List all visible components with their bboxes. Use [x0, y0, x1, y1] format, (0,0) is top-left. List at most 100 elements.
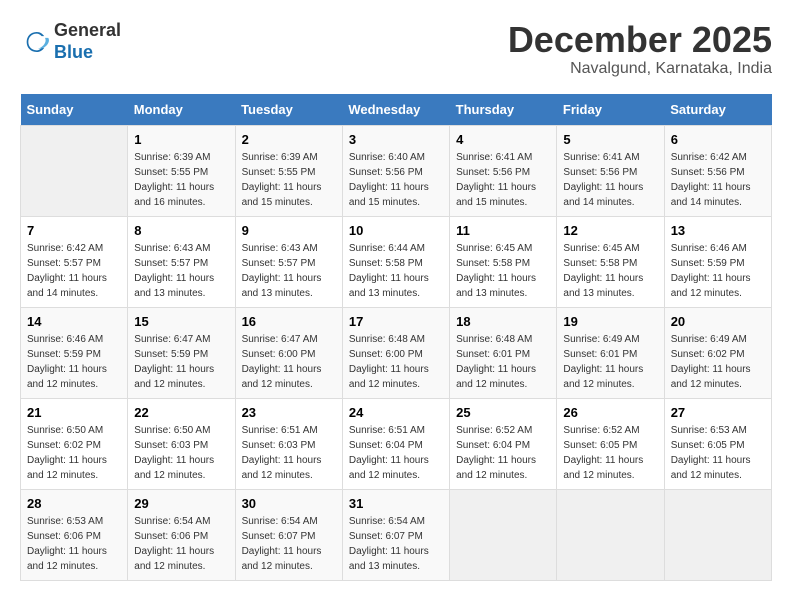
day-header-saturday: Saturday — [664, 94, 771, 126]
day-number: 27 — [671, 405, 765, 420]
days-of-week-row: SundayMondayTuesdayWednesdayThursdayFrid… — [21, 94, 772, 126]
day-header-tuesday: Tuesday — [235, 94, 342, 126]
day-number: 3 — [349, 132, 443, 147]
week-row-3: 14Sunrise: 6:46 AMSunset: 5:59 PMDayligh… — [21, 307, 772, 398]
day-number: 23 — [242, 405, 336, 420]
logo-text: General Blue — [54, 20, 121, 63]
logo: General Blue — [20, 20, 121, 63]
day-info: Sunrise: 6:43 AMSunset: 5:57 PMDaylight:… — [134, 241, 228, 301]
day-number: 31 — [349, 496, 443, 511]
day-info: Sunrise: 6:39 AMSunset: 5:55 PMDaylight:… — [134, 150, 228, 210]
logo-icon — [20, 27, 50, 57]
calendar-cell: 22Sunrise: 6:50 AMSunset: 6:03 PMDayligh… — [128, 398, 235, 489]
day-number: 1 — [134, 132, 228, 147]
day-info: Sunrise: 6:49 AMSunset: 6:01 PMDaylight:… — [563, 332, 657, 392]
calendar-cell: 29 Sunrise: 6:54 AMSunset: 6:06 PMDayligh… — [128, 489, 235, 580]
day-info: Sunrise: 6:54 AMSunset: 6:07 PMDaylight:… — [349, 514, 443, 574]
month-title: December 2025 — [508, 20, 772, 60]
day-number: 10 — [349, 223, 443, 238]
calendar-cell: 9Sunrise: 6:43 AMSunset: 5:57 PMDaylight… — [235, 216, 342, 307]
day-info: Sunrise: 6:54 AMSunset: 6:06 PMDaylight:… — [134, 514, 228, 574]
day-number: 15 — [134, 314, 228, 329]
day-info: Sunrise: 6:45 AMSunset: 5:58 PMDaylight:… — [456, 241, 550, 301]
calendar-cell: 11 Sunrise: 6:45 AMSunset: 5:58 PMDayligh… — [450, 216, 557, 307]
week-row-1: 1 Sunrise: 6:39 AMSunset: 5:55 PMDaylight… — [21, 125, 772, 216]
day-info: Sunrise: 6:43 AMSunset: 5:57 PMDaylight:… — [242, 241, 336, 301]
page-header: General Blue December 2025 Navalgund, Ka… — [20, 20, 772, 78]
day-number: 16 — [242, 314, 336, 329]
day-header-thursday: Thursday — [450, 94, 557, 126]
calendar-cell: 18 Sunrise: 6:48 AMSunset: 6:01 PMDayligh… — [450, 307, 557, 398]
day-number: 8 — [134, 223, 228, 238]
calendar-cell — [450, 489, 557, 580]
day-number: 5 — [563, 132, 657, 147]
day-info: Sunrise: 6:46 AMSunset: 5:59 PMDaylight:… — [671, 241, 765, 301]
week-row-5: 28Sunrise: 6:53 AMSunset: 6:06 PMDayligh… — [21, 489, 772, 580]
day-number: 22 — [134, 405, 228, 420]
day-info: Sunrise: 6:48 AMSunset: 6:00 PMDaylight:… — [349, 332, 443, 392]
calendar-cell: 23Sunrise: 6:51 AMSunset: 6:03 PMDayligh… — [235, 398, 342, 489]
day-number: 2 — [242, 132, 336, 147]
calendar-cell: 31 Sunrise: 6:54 AMSunset: 6:07 PMDayligh… — [342, 489, 449, 580]
day-number: 26 — [563, 405, 657, 420]
calendar-cell: 15 Sunrise: 6:47 AMSunset: 5:59 PMDayligh… — [128, 307, 235, 398]
calendar-cell: 4 Sunrise: 6:41 AMSunset: 5:56 PMDaylight… — [450, 125, 557, 216]
calendar-header: SundayMondayTuesdayWednesdayThursdayFrid… — [21, 94, 772, 126]
calendar-cell: 2 Sunrise: 6:39 AMSunset: 5:55 PMDaylight… — [235, 125, 342, 216]
day-number: 18 — [456, 314, 550, 329]
day-info: Sunrise: 6:42 AMSunset: 5:56 PMDaylight:… — [671, 150, 765, 210]
day-number: 24 — [349, 405, 443, 420]
day-number: 7 — [27, 223, 121, 238]
calendar-cell: 6 Sunrise: 6:42 AMSunset: 5:56 PMDaylight… — [664, 125, 771, 216]
day-number: 12 — [563, 223, 657, 238]
calendar-cell — [664, 489, 771, 580]
day-header-monday: Monday — [128, 94, 235, 126]
day-info: Sunrise: 6:42 AMSunset: 5:57 PMDaylight:… — [27, 241, 121, 301]
day-header-wednesday: Wednesday — [342, 94, 449, 126]
calendar-cell: 3 Sunrise: 6:40 AMSunset: 5:56 PMDaylight… — [342, 125, 449, 216]
calendar-cell: 16 Sunrise: 6:47 AMSunset: 6:00 PMDayligh… — [235, 307, 342, 398]
location-title: Navalgund, Karnataka, India — [508, 60, 772, 78]
day-number: 21 — [27, 405, 121, 420]
calendar-cell: 25 Sunrise: 6:52 AMSunset: 6:04 PMDayligh… — [450, 398, 557, 489]
day-info: Sunrise: 6:49 AMSunset: 6:02 PMDaylight:… — [671, 332, 765, 392]
week-row-4: 21Sunrise: 6:50 AMSunset: 6:02 PMDayligh… — [21, 398, 772, 489]
day-number: 6 — [671, 132, 765, 147]
day-info: Sunrise: 6:47 AMSunset: 6:00 PMDaylight:… — [242, 332, 336, 392]
calendar-cell: 24 Sunrise: 6:51 AMSunset: 6:04 PMDayligh… — [342, 398, 449, 489]
day-number: 11 — [456, 223, 550, 238]
calendar-cell: 21Sunrise: 6:50 AMSunset: 6:02 PMDayligh… — [21, 398, 128, 489]
day-info: Sunrise: 6:53 AMSunset: 6:05 PMDaylight:… — [671, 423, 765, 483]
calendar-cell: 17 Sunrise: 6:48 AMSunset: 6:00 PMDayligh… — [342, 307, 449, 398]
calendar-cell: 30Sunrise: 6:54 AMSunset: 6:07 PMDayligh… — [235, 489, 342, 580]
calendar-cell: 5 Sunrise: 6:41 AMSunset: 5:56 PMDaylight… — [557, 125, 664, 216]
day-number: 29 — [134, 496, 228, 511]
day-number: 17 — [349, 314, 443, 329]
day-info: Sunrise: 6:53 AMSunset: 6:06 PMDaylight:… — [27, 514, 121, 574]
day-info: Sunrise: 6:48 AMSunset: 6:01 PMDaylight:… — [456, 332, 550, 392]
day-info: Sunrise: 6:52 AMSunset: 6:05 PMDaylight:… — [563, 423, 657, 483]
day-info: Sunrise: 6:41 AMSunset: 5:56 PMDaylight:… — [456, 150, 550, 210]
calendar-cell: 27 Sunrise: 6:53 AMSunset: 6:05 PMDayligh… — [664, 398, 771, 489]
day-number: 4 — [456, 132, 550, 147]
day-info: Sunrise: 6:39 AMSunset: 5:55 PMDaylight:… — [242, 150, 336, 210]
day-info: Sunrise: 6:44 AMSunset: 5:58 PMDaylight:… — [349, 241, 443, 301]
week-row-2: 7 Sunrise: 6:42 AMSunset: 5:57 PMDaylight… — [21, 216, 772, 307]
day-info: Sunrise: 6:40 AMSunset: 5:56 PMDaylight:… — [349, 150, 443, 210]
day-info: Sunrise: 6:41 AMSunset: 5:56 PMDaylight:… — [563, 150, 657, 210]
calendar-cell: 20Sunrise: 6:49 AMSunset: 6:02 PMDayligh… — [664, 307, 771, 398]
day-info: Sunrise: 6:52 AMSunset: 6:04 PMDaylight:… — [456, 423, 550, 483]
calendar-cell: 7 Sunrise: 6:42 AMSunset: 5:57 PMDaylight… — [21, 216, 128, 307]
day-info: Sunrise: 6:51 AMSunset: 6:04 PMDaylight:… — [349, 423, 443, 483]
calendar-cell: 26 Sunrise: 6:52 AMSunset: 6:05 PMDayligh… — [557, 398, 664, 489]
calendar-cell: 28Sunrise: 6:53 AMSunset: 6:06 PMDayligh… — [21, 489, 128, 580]
calendar-cell — [557, 489, 664, 580]
calendar-cell: 8 Sunrise: 6:43 AMSunset: 5:57 PMDaylight… — [128, 216, 235, 307]
day-info: Sunrise: 6:47 AMSunset: 5:59 PMDaylight:… — [134, 332, 228, 392]
calendar-cell: 10 Sunrise: 6:44 AMSunset: 5:58 PMDayligh… — [342, 216, 449, 307]
day-header-sunday: Sunday — [21, 94, 128, 126]
calendar-cell: 12 Sunrise: 6:45 AMSunset: 5:58 PMDayligh… — [557, 216, 664, 307]
day-info: Sunrise: 6:45 AMSunset: 5:58 PMDaylight:… — [563, 241, 657, 301]
day-number: 13 — [671, 223, 765, 238]
day-number: 25 — [456, 405, 550, 420]
